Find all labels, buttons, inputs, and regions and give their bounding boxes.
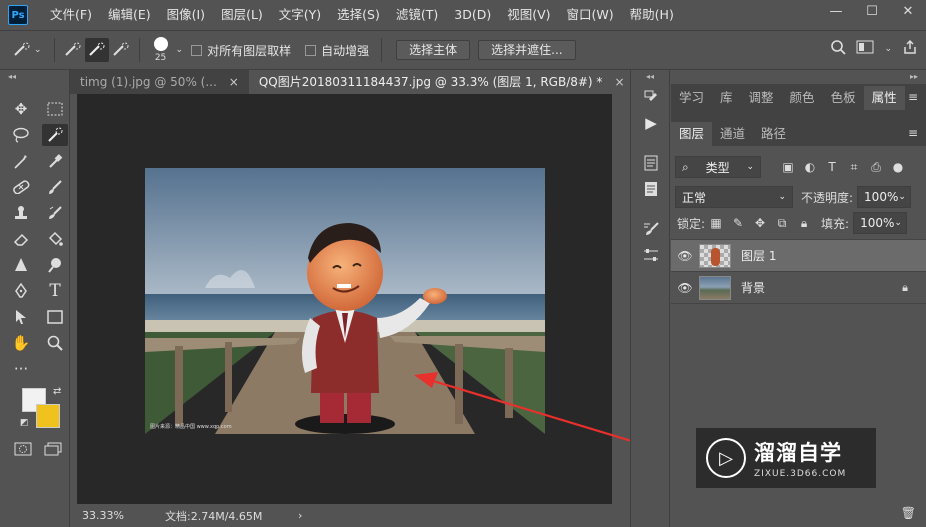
tab-properties[interactable]: 属性 (863, 86, 905, 110)
info-panel-icon[interactable] (631, 176, 671, 202)
layer-panel-tabs: 图层 通道 路径 ≡ (671, 120, 926, 146)
fill-input[interactable]: 100% ⌄ (853, 212, 908, 234)
filter-toggle-icon[interactable]: ● (887, 160, 909, 174)
filter-pixel-icon[interactable]: ▣ (777, 160, 799, 174)
lock-transparent-pixels-icon[interactable]: ▦ (705, 216, 727, 230)
blend-mode-select[interactable]: 正常 ⌄ (675, 186, 793, 208)
lock-all-icon[interactable]: 🔒︎ (793, 216, 815, 231)
document-size: 文档:2.74M/4.65M (165, 509, 263, 523)
tab-color[interactable]: 颜色 (782, 86, 823, 110)
panel-dock: ◂◂ ▶ (630, 70, 670, 527)
filter-type-icon[interactable]: T (821, 160, 843, 174)
filter-adjustment-icon[interactable]: ◐ (799, 160, 821, 174)
layer-filter-row: ⌕ 类型 ⌄ ▣ ◐ T ⌗ ⎙ ● (671, 152, 926, 182)
watermark-title: 溜溜自学 (754, 441, 842, 465)
lock-row: 锁定: ▦ ✎ ✥ ⧉ 🔒︎ 填充: 100% ⌄ (671, 210, 926, 236)
tab-swatches[interactable]: 色板 (823, 86, 864, 110)
lock-image-pixels-icon[interactable]: ✎ (727, 216, 749, 230)
layer-thumbnail (699, 275, 731, 300)
chevron-down-icon: ⌄ (778, 192, 786, 202)
blend-row: 正常 ⌄ 不透明度: 100% ⌄ (671, 184, 926, 210)
layer-filter-select[interactable]: ⌕ 类型 ⌄ (675, 156, 761, 178)
layer-name: 图层 1 (741, 249, 777, 263)
delete-layer-icon[interactable]: 🗑︎ (901, 506, 916, 520)
layer-name: 背景 (741, 281, 766, 295)
layers-footer: 🗑︎ (671, 499, 926, 527)
chevron-down-icon: ⌄ (746, 162, 754, 172)
layer-row-background[interactable]: 👁︎ 背景 🔒︎ (671, 272, 926, 304)
visibility-eye-icon[interactable]: 👁︎ (671, 249, 699, 263)
chevron-down-icon: ⌄ (898, 192, 906, 202)
adjustments-sliders-icon[interactable] (631, 242, 671, 268)
status-menu-arrow[interactable]: › (298, 509, 302, 522)
tab-channels[interactable]: 通道 (712, 122, 753, 146)
collapse-dock-icon[interactable]: ◂◂ (631, 70, 669, 84)
tab-libraries[interactable]: 库 (712, 86, 741, 110)
layer-row-layer1[interactable]: 👁︎ 图层 1 (671, 240, 926, 272)
top-panel-tabs: 学习 库 调整 颜色 色板 属性 ≡ (671, 84, 926, 110)
panel-menu-icon[interactable]: ≡ (908, 126, 918, 140)
tab-learn[interactable]: 学习 (671, 86, 712, 110)
lock-artboard-icon[interactable]: ⧉ (771, 216, 793, 231)
lock-position-icon[interactable]: ✥ (749, 216, 771, 230)
filter-type-label: 类型 (705, 160, 730, 175)
filter-smart-object-icon[interactable]: ⎙ (865, 160, 887, 175)
opacity-value: 100% (864, 190, 899, 204)
layer-lock-icon: 🔒︎ (902, 280, 908, 294)
status-bar: 33.33% 文档:2.74M/4.65M › (70, 504, 628, 527)
tab-adjustments[interactable]: 调整 (741, 86, 782, 110)
tab-layers[interactable]: 图层 (671, 122, 713, 146)
chevron-down-icon: ⌄ (894, 218, 902, 228)
tab-paths[interactable]: 路径 (753, 122, 794, 146)
panel-menu-icon[interactable]: ≡ (908, 90, 918, 104)
lock-label: 锁定: (677, 216, 706, 231)
zoom-level[interactable]: 33.33% (70, 509, 165, 522)
fill-value: 100% (860, 216, 895, 230)
fill-label: 填充: (821, 216, 850, 231)
watermark: ▷ 溜溜自学 ZIXUE.3D66.COM (696, 428, 876, 488)
visibility-eye-icon[interactable]: 👁︎ (671, 281, 699, 295)
history-panel-icon[interactable] (631, 84, 671, 110)
watermark-url: ZIXUE.3D66.COM (754, 469, 847, 479)
filter-shape-icon[interactable]: ⌗ (843, 160, 865, 175)
brush-settings-icon[interactable] (631, 216, 671, 242)
blend-mode-value: 正常 (682, 190, 707, 205)
notes-panel-icon[interactable] (631, 150, 671, 176)
collapse-right-icon[interactable]: ▸▸ (671, 70, 926, 84)
layer-thumbnail (699, 243, 731, 268)
actions-play-icon[interactable]: ▶ (631, 110, 671, 136)
play-logo-icon: ▷ (706, 438, 746, 478)
opacity-input[interactable]: 100% ⌄ (857, 186, 912, 208)
filter-search-icon: ⌕ (682, 159, 689, 174)
opacity-label: 不透明度: (801, 190, 854, 205)
